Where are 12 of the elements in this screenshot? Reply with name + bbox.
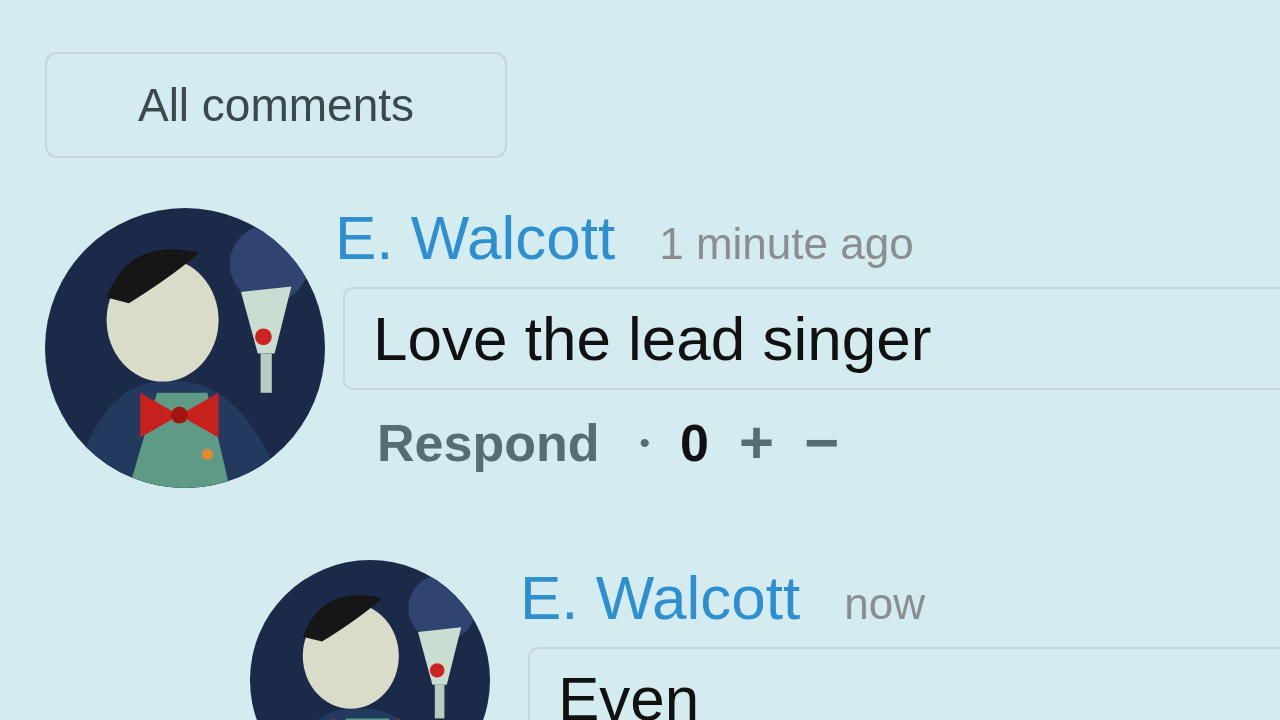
comment-bubble: Even [528, 647, 1280, 720]
timestamp: now [844, 579, 925, 629]
separator: • [639, 425, 650, 460]
author-name[interactable]: E. Walcott [520, 562, 801, 633]
author-name[interactable]: E. Walcott [335, 202, 616, 273]
filter-button[interactable]: All comments [45, 52, 507, 158]
downvote-button[interactable]: − [803, 408, 839, 477]
respond-link[interactable]: Respond [377, 412, 600, 473]
upvote-button[interactable]: + [738, 408, 774, 477]
comment-bubble: Love the lead singer [343, 287, 1280, 390]
score: 0 [679, 412, 709, 473]
timestamp: 1 minute ago [659, 219, 914, 269]
